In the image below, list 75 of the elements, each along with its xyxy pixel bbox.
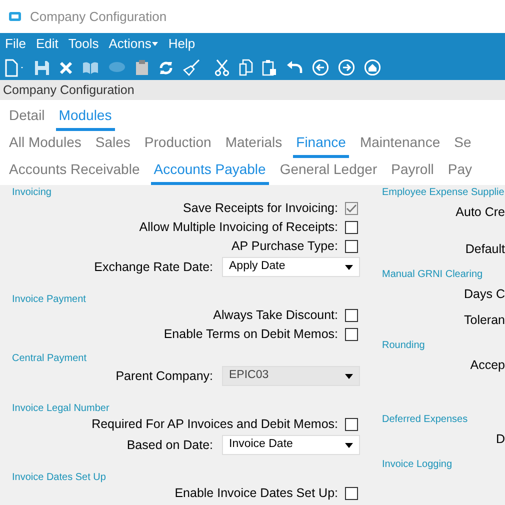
checkbox[interactable] [345,418,358,431]
section-heading: Rounding [382,340,426,351]
menu-item[interactable]: Actions [108,34,158,54]
checkbox[interactable] [345,309,358,322]
app-icon [8,11,22,22]
tab[interactable]: General Ledger [276,159,380,185]
tab[interactable]: Modules [56,105,115,131]
tab[interactable]: Payroll [388,159,437,185]
field-label: Save Receipts for Invoicing: [182,200,338,218]
field-label: Allow Multiple Invoicing of Receipts: [138,219,338,236]
section-heading: Deferred Expenses [382,414,469,425]
window-title: Company Configuration [30,8,167,26]
tab[interactable]: Production [141,132,214,158]
tab[interactable]: Maintenance [356,132,444,158]
field-label: Required For AP Invoices and Debit Memos: [90,416,338,434]
broom-icon[interactable] [183,59,200,76]
field-label: Accep [470,357,505,372]
field-label: Auto Cre [456,204,505,219]
tab[interactable]: Materials [222,132,286,158]
section-heading: Invoicing [12,187,52,198]
menu-item[interactable]: Help [168,34,196,54]
cut-icon[interactable] [214,59,230,76]
section-heading: Employee Expense Supplie [382,187,505,198]
checkbox[interactable] [345,487,358,500]
tab[interactable]: Finance [293,132,349,158]
field-label: Enable Terms on Debit Memos: [162,326,338,344]
section-heading: Invoice Dates Set Up [12,472,106,483]
tab[interactable]: Pay [444,159,476,185]
field-label: AP Purchase Type: [230,238,338,256]
field-label: Parent Company: [114,368,213,385]
home-icon[interactable] [364,59,381,76]
menu-item[interactable]: File [5,34,26,54]
close-icon[interactable] [59,60,73,74]
refresh-icon[interactable] [158,60,174,76]
field-label: Exchange Rate Date: [93,258,213,276]
section-heading: Invoice Legal Number [12,403,110,414]
section-heading: Manual GRNI Clearing [382,269,484,280]
section-heading: Invoice Payment [12,294,86,305]
field-label: Toleran [464,312,505,327]
book-icon[interactable] [82,61,99,74]
tab[interactable]: Sales [92,132,134,158]
caret-icon [152,42,158,46]
menu-item[interactable]: Tools [68,34,99,54]
field-label: Default [465,241,505,256]
menu-item[interactable]: Edit [36,34,58,54]
tab[interactable]: All Modules [6,132,84,158]
field-label: Enable Invoice Dates Set Up: [174,485,338,502]
tab[interactable]: Se [451,132,474,158]
checkbox[interactable] [345,240,358,253]
undo-icon[interactable] [286,61,303,74]
checkbox[interactable] [345,328,358,341]
dropdown-field: EPIC03 [222,366,360,386]
dropdown-field[interactable]: Apply Date [222,257,360,277]
dropdown-field[interactable]: Invoice Date [222,435,360,455]
section-heading: Invoice Logging [382,459,454,470]
checkbox[interactable] [345,221,358,234]
forward-icon[interactable] [338,59,355,76]
clipboard-icon[interactable] [135,59,149,76]
tab[interactable]: Detail [6,105,48,131]
copy-icon[interactable] [239,59,253,76]
save-icon[interactable] [34,60,50,76]
caret-icon [345,442,353,448]
caret-icon [345,264,353,270]
new-document-icon[interactable] [4,58,25,76]
caret-icon [345,374,353,378]
field-label: Based on Date: [126,436,213,454]
section-heading: Central Payment [12,353,86,364]
breadcrumb: Company Configuration [3,82,134,99]
field-label: Days C [464,286,505,301]
tab[interactable]: Accounts Payable [150,159,269,185]
tab[interactable]: Accounts Receivable [6,159,143,185]
field-label: Always Take Discount: [212,307,338,324]
back-icon[interactable] [312,59,329,76]
field-label: D [496,431,505,446]
paste-icon[interactable] [262,59,277,76]
